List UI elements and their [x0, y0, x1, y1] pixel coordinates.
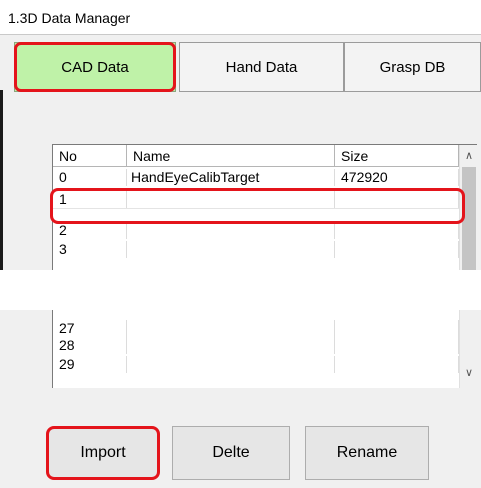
vertical-scrollbar[interactable]: ∧: [459, 145, 477, 270]
cell-no: 29: [53, 356, 127, 373]
delete-button[interactable]: Delte: [172, 426, 290, 480]
scrollbar-thumb[interactable]: [462, 167, 476, 270]
table-row[interactable]: 27: [53, 320, 459, 337]
cell-size: [335, 320, 459, 337]
column-header-name[interactable]: Name: [127, 145, 335, 167]
cell-name: [127, 356, 335, 373]
tab-hand-data[interactable]: Hand Data: [179, 42, 344, 92]
data-list-top[interactable]: No Name Size 0 HandEyeCalibTarget 472920…: [52, 144, 477, 270]
cell-size: [335, 337, 459, 354]
button-label: Rename: [336, 444, 398, 461]
cell-name: [127, 337, 335, 354]
cell-name: HandEyeCalibTarget: [127, 169, 335, 186]
tab-grasp-db[interactable]: Grasp DB: [344, 42, 481, 92]
window-title: 1.3D Data Manager: [8, 10, 131, 26]
vertical-scrollbar[interactable]: ∨: [459, 310, 477, 388]
button-label: Delte: [212, 444, 250, 461]
table-row[interactable]: 0 HandEyeCalibTarget 472920: [53, 169, 459, 186]
chevron-up-icon[interactable]: ∧: [460, 149, 478, 162]
cell-no: 0: [53, 169, 127, 186]
table-row[interactable]: 28: [53, 337, 459, 354]
cell-size: [335, 356, 459, 373]
table-row[interactable]: 3: [53, 241, 459, 258]
tab-cad-data[interactable]: CAD Data: [14, 42, 176, 92]
tab-label: Grasp DB: [379, 58, 446, 76]
cell-no: 28: [53, 337, 127, 354]
button-label: Import: [80, 444, 126, 461]
cell-size: 472920: [335, 169, 459, 186]
tab-label: Hand Data: [225, 58, 298, 76]
chevron-down-icon[interactable]: ∨: [460, 366, 478, 379]
cell-no: 2: [53, 222, 127, 239]
table-row-selected[interactable]: 1: [53, 191, 459, 209]
screenshot-fragment-bottom: 27 28 29 ∨ Import Delte Rename: [0, 310, 481, 488]
cell-size: [335, 191, 459, 208]
column-header-no[interactable]: No: [53, 145, 127, 167]
cell-name: [127, 320, 335, 337]
cell-name: [127, 241, 335, 258]
tab-label: CAD Data: [61, 58, 129, 76]
import-button[interactable]: Import: [46, 426, 160, 480]
data-list-bottom[interactable]: 27 28 29 ∨: [52, 310, 477, 388]
title-bar: 1.3D Data Manager: [0, 0, 481, 35]
column-header-size[interactable]: Size: [335, 145, 459, 167]
cell-no: 27: [53, 320, 127, 337]
cell-size: [335, 241, 459, 258]
panel-left-edge: [0, 90, 3, 270]
cell-no: 1: [53, 191, 127, 208]
table-row[interactable]: 2: [53, 222, 459, 239]
cell-no: 3: [53, 241, 127, 258]
cell-name: [127, 191, 335, 208]
cell-size: [335, 222, 459, 239]
rename-button[interactable]: Rename: [305, 426, 429, 480]
cell-name: [127, 222, 335, 239]
screenshot-fragment-top: 1.3D Data Manager CAD Data Hand Data Gra…: [0, 0, 481, 270]
table-row[interactable]: 29: [53, 356, 459, 373]
